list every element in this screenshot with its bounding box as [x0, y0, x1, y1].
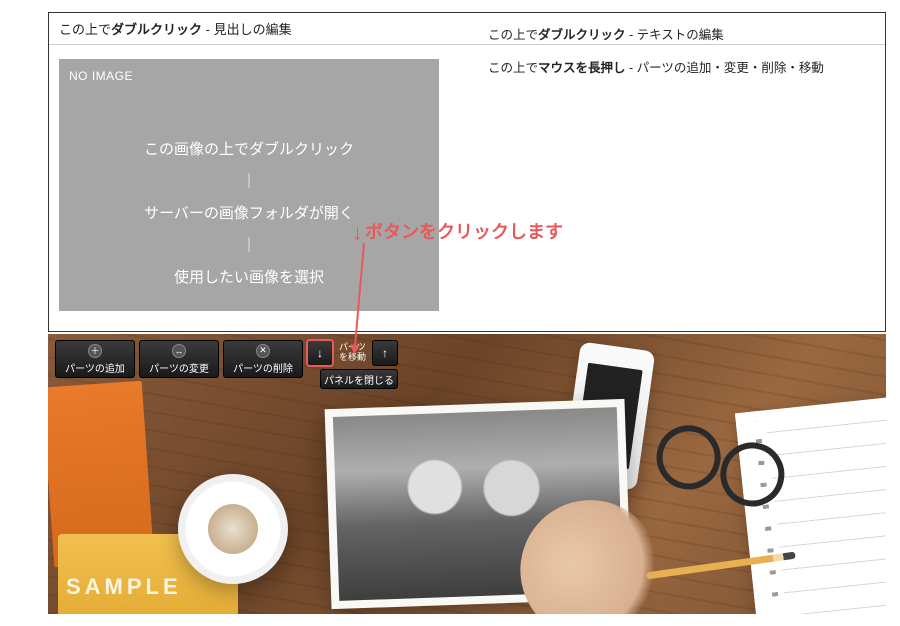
- annotation-callout: ↓ボタンをクリックします: [352, 218, 563, 246]
- arrow-up-icon: ↑: [382, 346, 388, 360]
- hold-hint-prefix: この上で: [488, 61, 538, 75]
- close-panel-label: パネルを閉じる: [324, 372, 394, 387]
- right-hints: この上でダブルクリック - テキストの編集 この上でマウスを長押し - パーツの…: [488, 24, 824, 90]
- swap-icon: ↔: [172, 344, 186, 358]
- add-part-button[interactable]: ＋ パーツの追加: [55, 340, 135, 378]
- delete-part-label: パーツの削除: [233, 360, 293, 375]
- placeholder-line2: サーバーの画像フォルダが開く: [144, 205, 354, 222]
- text-hint-suffix: - テキストの編集: [626, 28, 724, 42]
- hint-action: ダブルクリック: [111, 22, 202, 37]
- placeholder-line1: この画像の上でダブルクリック: [144, 141, 354, 158]
- add-part-label: パーツの追加: [65, 360, 125, 375]
- sample-watermark: SAMPLE: [66, 574, 182, 600]
- placeholder-bar1: ｜: [69, 167, 429, 197]
- arrow-down-icon: ↓: [317, 346, 323, 360]
- hold-hint-suffix: - パーツの追加・変更・削除・移動: [626, 61, 824, 75]
- move-down-button[interactable]: ↓: [307, 340, 333, 366]
- coffee-cup: [178, 474, 288, 584]
- plus-icon: ＋: [88, 344, 102, 358]
- change-part-label: パーツの変更: [149, 360, 209, 375]
- parts-toolbar: ＋ パーツの追加 ↔ パーツの変更 ✕ パーツの削除 ↓ パーツ を移動 ↑: [55, 340, 398, 393]
- image-placeholder[interactable]: NO IMAGE この画像の上でダブルクリック ｜ サーバーの画像フォルダが開く…: [59, 59, 439, 311]
- move-up-button[interactable]: ↑: [372, 340, 398, 366]
- placeholder-instructions: この画像の上でダブルクリック ｜ サーバーの画像フォルダが開く ｜ 使用したい画…: [69, 135, 429, 293]
- hold-hint-action: マウスを長押し: [538, 61, 626, 75]
- held-photograph: [325, 399, 632, 609]
- change-part-button[interactable]: ↔ パーツの変更: [139, 340, 219, 378]
- no-image-label: NO IMAGE: [69, 69, 429, 83]
- down-arrow-icon: ↓: [352, 220, 363, 246]
- annotation-text: ボタンをクリックします: [365, 222, 563, 242]
- hint-prefix: この上で: [59, 22, 111, 37]
- hold-hint[interactable]: この上でマウスを長押し - パーツの追加・変更・削除・移動: [488, 57, 824, 76]
- delete-part-button[interactable]: ✕ パーツの削除: [223, 340, 303, 378]
- x-icon: ✕: [256, 344, 270, 358]
- placeholder-line3: 使用したい画像を選択: [174, 269, 324, 286]
- close-panel-button[interactable]: パネルを閉じる: [320, 369, 398, 389]
- text-hint-prefix: この上で: [488, 28, 538, 42]
- text-hint-action: ダブルクリック: [538, 28, 626, 42]
- text-edit-hint[interactable]: この上でダブルクリック - テキストの編集: [488, 24, 824, 43]
- hint-suffix: - 見出しの編集: [202, 22, 292, 37]
